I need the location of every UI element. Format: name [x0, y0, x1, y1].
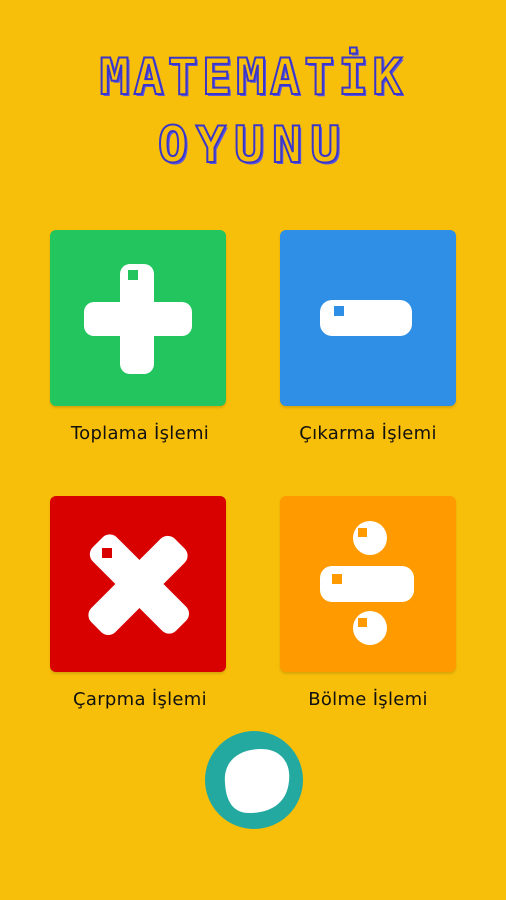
game-title-line1: MATEMATİK — [99, 47, 407, 107]
division-label[interactable]: Bölme İşlemi — [258, 689, 478, 710]
multiplication-tile[interactable] — [50, 496, 226, 672]
subtraction-tile[interactable] — [280, 230, 456, 406]
play-blob-icon — [224, 749, 290, 813]
division-tile[interactable] — [280, 496, 456, 672]
addition-label[interactable]: Toplama İşlemi — [30, 423, 250, 444]
multiplication-label[interactable]: Çarpma İşlemi — [30, 689, 250, 710]
game-title-line2: OYUNU — [157, 115, 349, 175]
subtraction-label[interactable]: Çıkarma İşlemi — [258, 423, 478, 444]
play-button[interactable] — [205, 731, 303, 829]
divide-icon — [320, 521, 414, 645]
plus-icon — [84, 264, 192, 374]
addition-tile[interactable] — [50, 230, 226, 406]
times-icon — [88, 534, 190, 636]
minus-icon — [320, 300, 412, 336]
